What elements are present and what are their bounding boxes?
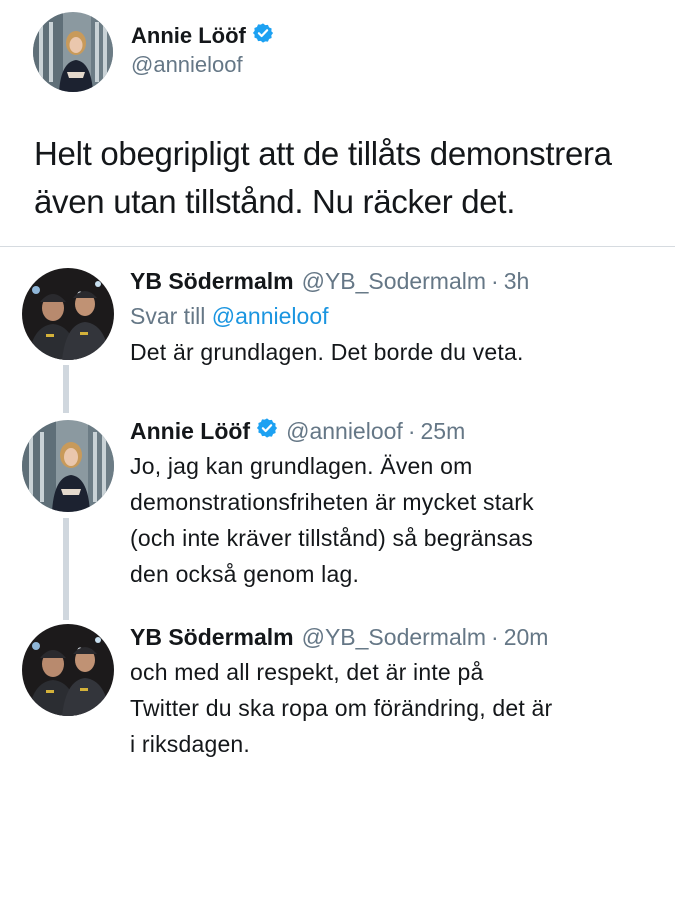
reply-avatar[interactable]	[22, 268, 114, 360]
annie-avatar-image	[33, 12, 113, 92]
reply-body: YB Södermalm @YB_Sodermalm · 20m och med…	[130, 620, 660, 762]
reply-text-line: och med all respekt, det är inte på	[130, 659, 484, 685]
divider	[0, 246, 675, 247]
reply-timestamp[interactable]: 3h	[504, 264, 530, 298]
reply-text: Jo, jag kan grundlagen. Även om demonstr…	[130, 448, 660, 592]
reply-timestamp[interactable]: 25m	[420, 414, 465, 448]
reply-tweet[interactable]: Annie Lööf @annieloof · 25m Jo, jag kan …	[0, 414, 675, 594]
reply-text-line: (och inte kräver tillstånd) så begränsas	[130, 525, 534, 551]
reply-tweet[interactable]: YB Södermalm @YB_Sodermalm · 3h Svar til…	[0, 264, 675, 384]
reply-text: och med all respekt, det är inte på Twit…	[130, 654, 660, 762]
reply-avatar[interactable]	[22, 420, 114, 512]
reply-text-line: Twitter du ska ropa om förändring, det ä…	[130, 695, 553, 721]
tweet-text-line: även utan tillstånd. Nu räcker det.	[34, 183, 516, 220]
reply-text: Det är grundlagen. Det borde du veta.	[130, 334, 660, 370]
reply-to-prefix: Svar till	[130, 303, 206, 329]
reply-text-line: den också genom lag.	[130, 561, 360, 587]
reply-text-line: Jo, jag kan grundlagen. Även om	[130, 453, 473, 479]
reply-author-name[interactable]: Annie Lööf	[130, 414, 250, 448]
yb-avatar-image	[22, 624, 114, 716]
reply-text-line: Det är grundlagen. Det borde du veta.	[130, 339, 524, 365]
reply-author-name[interactable]: YB Södermalm	[130, 620, 294, 654]
reply-header: YB Södermalm @YB_Sodermalm · 20m	[130, 620, 660, 654]
reply-author-handle[interactable]: @YB_Sodermalm	[302, 620, 486, 654]
reply-to-line: Svar till @annieloof	[130, 298, 660, 334]
reply-to-mention[interactable]: @annieloof	[212, 303, 329, 329]
annie-avatar-image	[22, 420, 114, 512]
yb-avatar-image	[22, 268, 114, 360]
reply-text-line: demonstrationsfriheten är mycket stark	[130, 489, 534, 515]
reply-header: Annie Lööf @annieloof · 25m	[130, 414, 660, 448]
reply-body: YB Södermalm @YB_Sodermalm · 3h Svar til…	[130, 264, 660, 370]
reply-author-handle[interactable]: @annieloof	[286, 414, 403, 448]
reply-avatar[interactable]	[22, 624, 114, 716]
author-avatar[interactable]	[33, 12, 113, 92]
reply-timestamp[interactable]: 20m	[504, 620, 549, 654]
reply-author-name[interactable]: YB Södermalm	[130, 264, 294, 298]
author-name[interactable]: Annie Lööf	[131, 23, 246, 49]
separator-dot: ·	[407, 418, 416, 444]
tweet-text: Helt obegripligt att de tillåts demonstr…	[34, 130, 654, 226]
verified-badge-icon	[256, 414, 278, 448]
reply-body: Annie Lööf @annieloof · 25m Jo, jag kan …	[130, 414, 660, 592]
reply-text-line: i riksdagen.	[130, 731, 251, 757]
main-tweet: Annie Lööf @annieloof Helt obegripligt a…	[0, 0, 675, 248]
tweet-text-line: Helt obegripligt att de tillåts demonstr…	[34, 135, 612, 172]
separator-dot: ·	[491, 624, 499, 650]
verified-badge-icon	[252, 22, 274, 49]
reply-header: YB Södermalm @YB_Sodermalm · 3h	[130, 264, 660, 298]
reply-author-handle[interactable]: @YB_Sodermalm	[302, 264, 486, 298]
separator-dot: ·	[491, 268, 499, 294]
author-handle[interactable]: @annieloof	[131, 52, 243, 78]
reply-tweet[interactable]: YB Södermalm @YB_Sodermalm · 20m och med…	[0, 620, 675, 770]
author-name-row: Annie Lööf	[131, 22, 274, 49]
